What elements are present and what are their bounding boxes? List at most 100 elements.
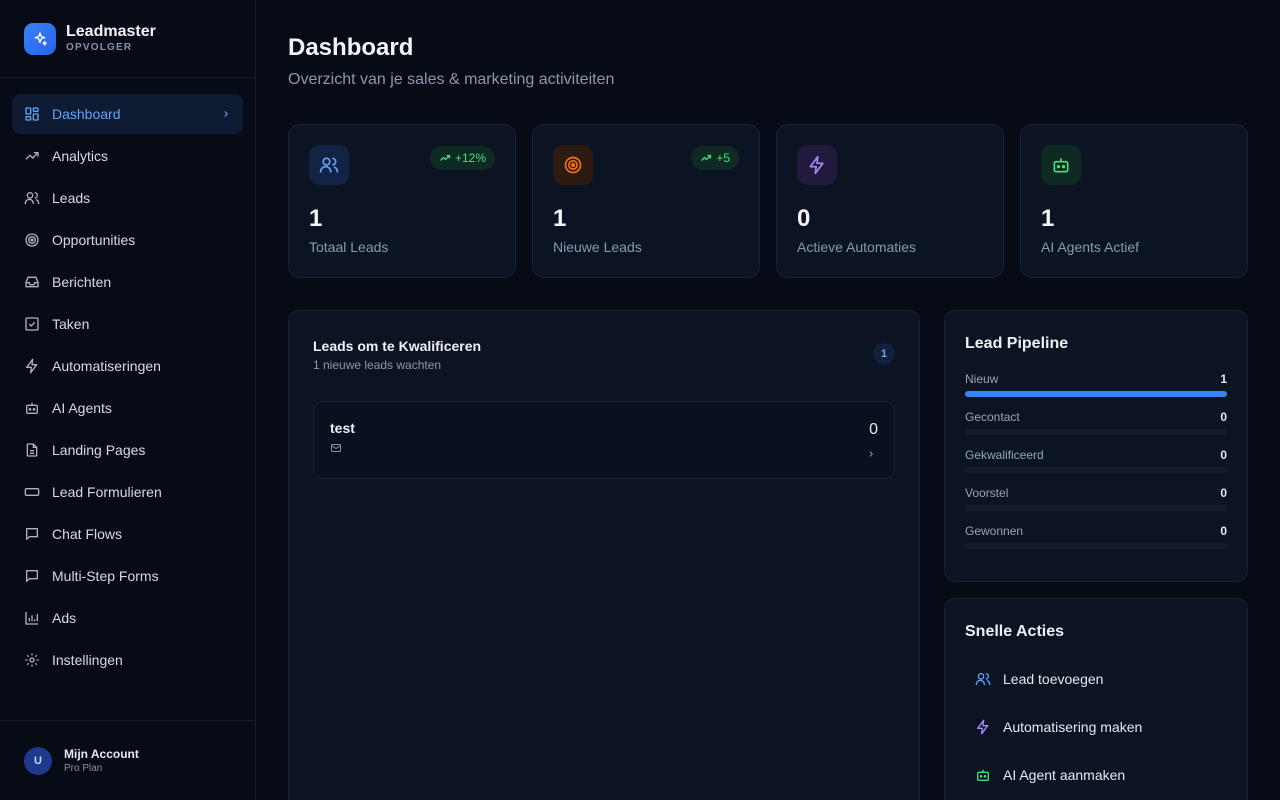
stat-card-total-leads[interactable]: +12% 1 Totaal Leads bbox=[288, 124, 516, 278]
stage-count: 0 bbox=[1220, 448, 1227, 462]
target-icon bbox=[24, 232, 40, 248]
sidebar-item-label: Lead Formulieren bbox=[52, 484, 162, 500]
users-icon bbox=[309, 145, 349, 185]
stage-progress-track bbox=[965, 391, 1227, 397]
trend-badge-value: +5 bbox=[716, 151, 730, 165]
sidebar-item-ads[interactable]: Ads bbox=[12, 598, 243, 638]
zap-icon bbox=[24, 358, 40, 374]
stat-card-ai-agents[interactable]: 1 AI Agents Actief bbox=[1020, 124, 1248, 278]
count-badge: 1 bbox=[873, 343, 895, 365]
sidebar-item-landing-pages[interactable]: Landing Pages bbox=[12, 430, 243, 470]
chat-icon bbox=[24, 568, 40, 584]
sidebar-item-multi-step-forms[interactable]: Multi-Step Forms bbox=[12, 556, 243, 596]
sidebar-item-label: Opportunities bbox=[52, 232, 136, 248]
stage-progress-track bbox=[965, 505, 1227, 511]
stage-count: 0 bbox=[1220, 524, 1227, 538]
stage-count: 1 bbox=[1220, 372, 1227, 386]
sidebar-item-lead-formulieren[interactable]: Lead Formulieren bbox=[12, 472, 243, 512]
pipeline-stage: Gecontact 0 bbox=[965, 410, 1227, 438]
panel-subtitle: 1 nieuwe leads wachten bbox=[313, 358, 442, 372]
sidebar-item-chat-flows[interactable]: Chat Flows bbox=[12, 514, 243, 554]
zap-icon bbox=[797, 145, 837, 185]
sidebar-item-label: Berichten bbox=[52, 274, 112, 290]
stat-card-active-automations[interactable]: 0 Actieve Automaties bbox=[776, 124, 1004, 278]
sidebar-item-label: Multi-Step Forms bbox=[52, 568, 159, 584]
sidebar-item-instellingen[interactable]: Instellingen bbox=[12, 640, 243, 680]
form-icon bbox=[24, 484, 40, 500]
brand-name: Leadmaster bbox=[66, 22, 156, 40]
brand[interactable]: Leadmaster OPVOLGER bbox=[0, 0, 255, 78]
action-label: Lead toevoegen bbox=[1003, 671, 1104, 687]
chat-icon bbox=[24, 526, 40, 542]
stat-label: Actieve Automaties bbox=[797, 239, 917, 255]
sidebar-item-label: Automatiseringen bbox=[52, 358, 161, 374]
stage-progress-fill bbox=[965, 391, 1227, 397]
leads-to-qualify-panel: Leads om te Kwalificeren 1 nieuwe leads … bbox=[288, 310, 920, 800]
sidebar-item-label: Dashboard bbox=[52, 106, 121, 122]
account-name: Mijn Account bbox=[64, 746, 139, 761]
target-icon bbox=[553, 145, 593, 185]
trending-up-icon bbox=[439, 152, 451, 164]
pipeline-stage: Nieuw 1 bbox=[965, 372, 1227, 400]
trend-badge-value: +12% bbox=[454, 151, 486, 165]
create-ai-agent-button[interactable]: AI Agent aanmaken bbox=[965, 755, 1229, 795]
sidebar: Leadmaster OPVOLGER Dashboard Analytics … bbox=[0, 0, 256, 800]
panel-title: Snelle Acties bbox=[965, 623, 1065, 640]
add-lead-button[interactable]: Lead toevoegen bbox=[965, 659, 1229, 699]
stage-name: Nieuw bbox=[965, 372, 999, 386]
account-menu[interactable]: U Mijn Account Pro Plan bbox=[0, 720, 255, 800]
sidebar-item-label: Chat Flows bbox=[52, 526, 123, 542]
stat-label: Totaal Leads bbox=[309, 239, 389, 255]
sidebar-item-taken[interactable]: Taken bbox=[12, 304, 243, 344]
brand-subtitle: OPVOLGER bbox=[66, 41, 133, 53]
check-square-icon bbox=[24, 316, 40, 332]
sidebar-item-ai-agents[interactable]: AI Agents bbox=[12, 388, 243, 428]
trend-badge: +12% bbox=[429, 146, 495, 170]
avatar: U bbox=[24, 746, 52, 775]
sidebar-item-label: Taken bbox=[52, 316, 90, 332]
pipeline-stage: Gewonnen 0 bbox=[965, 524, 1227, 552]
sidebar-item-automatiseringen[interactable]: Automatiseringen bbox=[12, 346, 243, 386]
trend-badge: +5 bbox=[691, 146, 739, 170]
zap-icon bbox=[975, 719, 991, 735]
lead-name: test bbox=[330, 420, 355, 436]
stat-value: 0 bbox=[797, 205, 811, 232]
bar-chart-icon bbox=[24, 610, 40, 626]
chevron-right-icon bbox=[221, 109, 231, 119]
quick-actions-panel: Snelle Acties Lead toevoegen Automatiser… bbox=[944, 598, 1248, 800]
chevron-right-icon bbox=[866, 448, 876, 460]
bot-icon bbox=[1041, 145, 1081, 185]
sidebar-item-label: Instellingen bbox=[52, 652, 123, 668]
action-label: Automatisering maken bbox=[1003, 719, 1143, 735]
sidebar-item-label: AI Agents bbox=[52, 400, 112, 416]
stat-label: Nieuwe Leads bbox=[553, 239, 642, 255]
inbox-icon bbox=[24, 274, 40, 290]
users-icon bbox=[975, 671, 991, 687]
stage-name: Gewonnen bbox=[965, 524, 1024, 538]
main-content: Dashboard Overzicht van je sales & marke… bbox=[256, 0, 1280, 800]
action-label: AI Agent aanmaken bbox=[1003, 767, 1126, 783]
pipeline-stage: Gekwalificeerd 0 bbox=[965, 448, 1227, 476]
pipeline-stage: Voorstel 0 bbox=[965, 486, 1227, 514]
account-plan: Pro Plan bbox=[64, 762, 103, 774]
stage-count: 0 bbox=[1220, 486, 1227, 500]
create-automation-button[interactable]: Automatisering maken bbox=[965, 707, 1229, 747]
trending-up-icon bbox=[700, 152, 712, 164]
stat-card-new-leads[interactable]: +5 1 Nieuwe Leads bbox=[532, 124, 760, 278]
sidebar-item-leads[interactable]: Leads bbox=[12, 178, 243, 218]
sidebar-item-label: Leads bbox=[52, 190, 91, 206]
page-subtitle: Overzicht van je sales & marketing activ… bbox=[288, 71, 615, 88]
stage-progress-track bbox=[965, 543, 1227, 549]
sidebar-item-opportunities[interactable]: Opportunities bbox=[12, 220, 243, 260]
bot-icon bbox=[975, 767, 991, 783]
sidebar-item-dashboard[interactable]: Dashboard bbox=[12, 94, 243, 134]
panel-title: Leads om te Kwalificeren bbox=[313, 338, 482, 354]
grid-icon bbox=[24, 106, 40, 122]
stage-name: Voorstel bbox=[965, 486, 1009, 500]
stage-name: Gecontact bbox=[965, 410, 1020, 424]
lead-item[interactable]: test 0 bbox=[313, 401, 895, 479]
sidebar-item-label: Landing Pages bbox=[52, 442, 146, 458]
sidebar-item-label: Ads bbox=[52, 610, 77, 626]
sidebar-item-berichten[interactable]: Berichten bbox=[12, 262, 243, 302]
sidebar-item-analytics[interactable]: Analytics bbox=[12, 136, 243, 176]
